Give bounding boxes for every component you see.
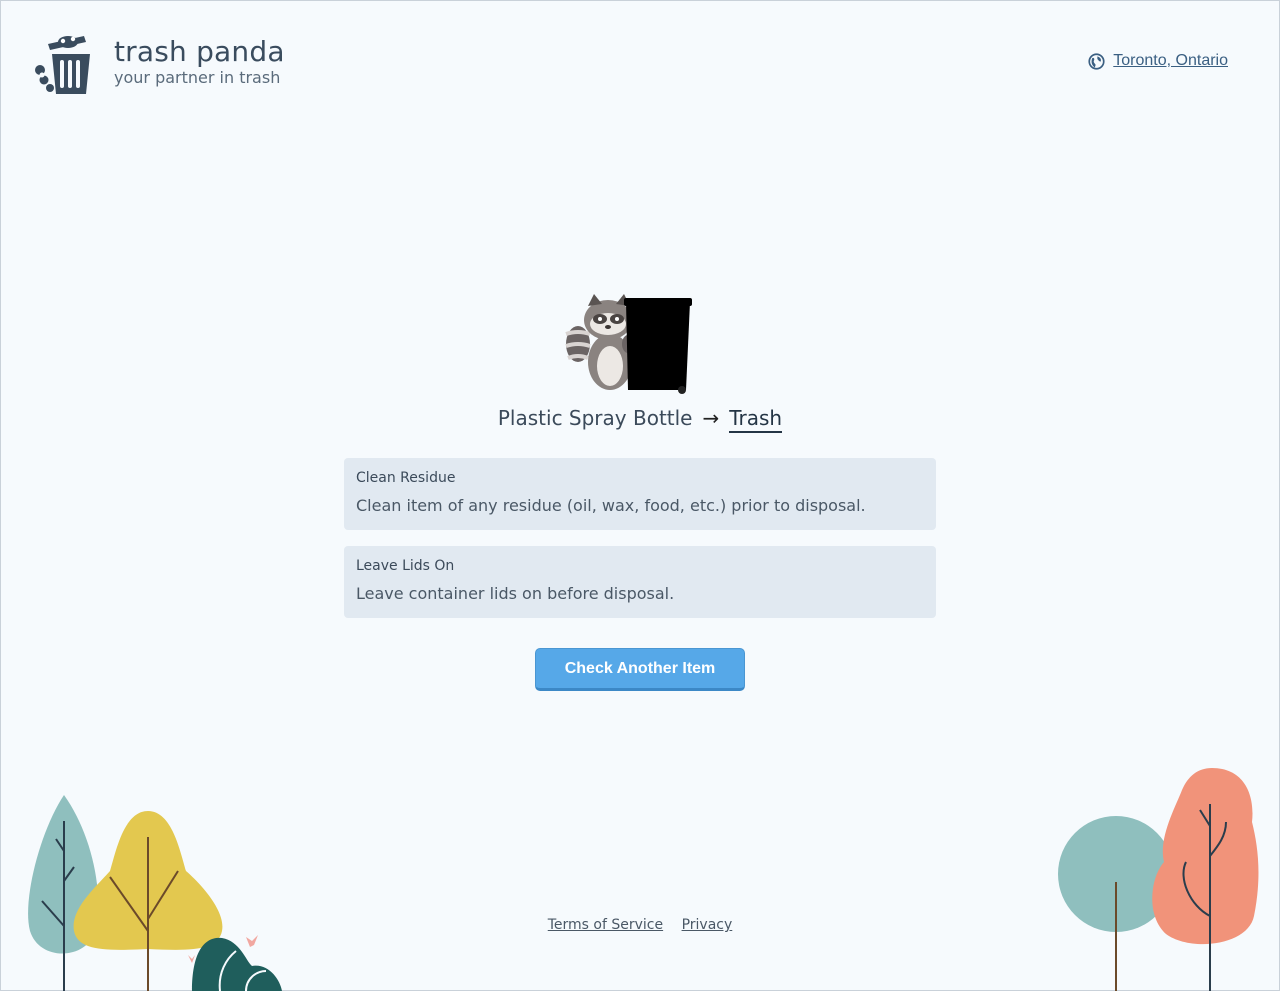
arrow-right-icon: → (702, 406, 720, 430)
instruction-title: Clean Residue (356, 470, 456, 486)
instruction-title: Leave Lids On (356, 558, 455, 574)
location-link[interactable]: Toronto, Ontario (1088, 52, 1228, 70)
terms-link[interactable]: Terms of Service (548, 917, 663, 933)
instruction-card: Leave Lids On Leave container lids on be… (344, 546, 936, 618)
raccoon-bin-illustration (565, 294, 692, 394)
trees-left-illustration (28, 795, 282, 991)
raccoon-trash-logo-icon (35, 36, 90, 94)
item-name: Plastic Spray Bottle (497, 406, 693, 430)
brand-logo[interactable]: trash panda your partner in trash (32, 30, 285, 98)
instruction-description: Leave container lids on before disposal. (356, 584, 675, 603)
check-another-item-button[interactable]: Check Another Item (535, 648, 745, 691)
destination-link[interactable]: Trash (729, 406, 783, 433)
trees-right-illustration (1058, 768, 1259, 991)
privacy-link[interactable]: Privacy (682, 917, 733, 933)
result-heading: Plastic Spray Bottle → Trash (0, 406, 1280, 433)
instruction-card: Clean Residue Clean item of any residue … (344, 458, 936, 530)
instruction-description: Clean item of any residue (oil, wax, foo… (356, 496, 866, 515)
brand-name: trash panda (114, 35, 285, 68)
globe-icon (1088, 52, 1105, 70)
location-label: Toronto, Ontario (1113, 52, 1228, 69)
brand-tagline: your partner in trash (114, 68, 281, 87)
